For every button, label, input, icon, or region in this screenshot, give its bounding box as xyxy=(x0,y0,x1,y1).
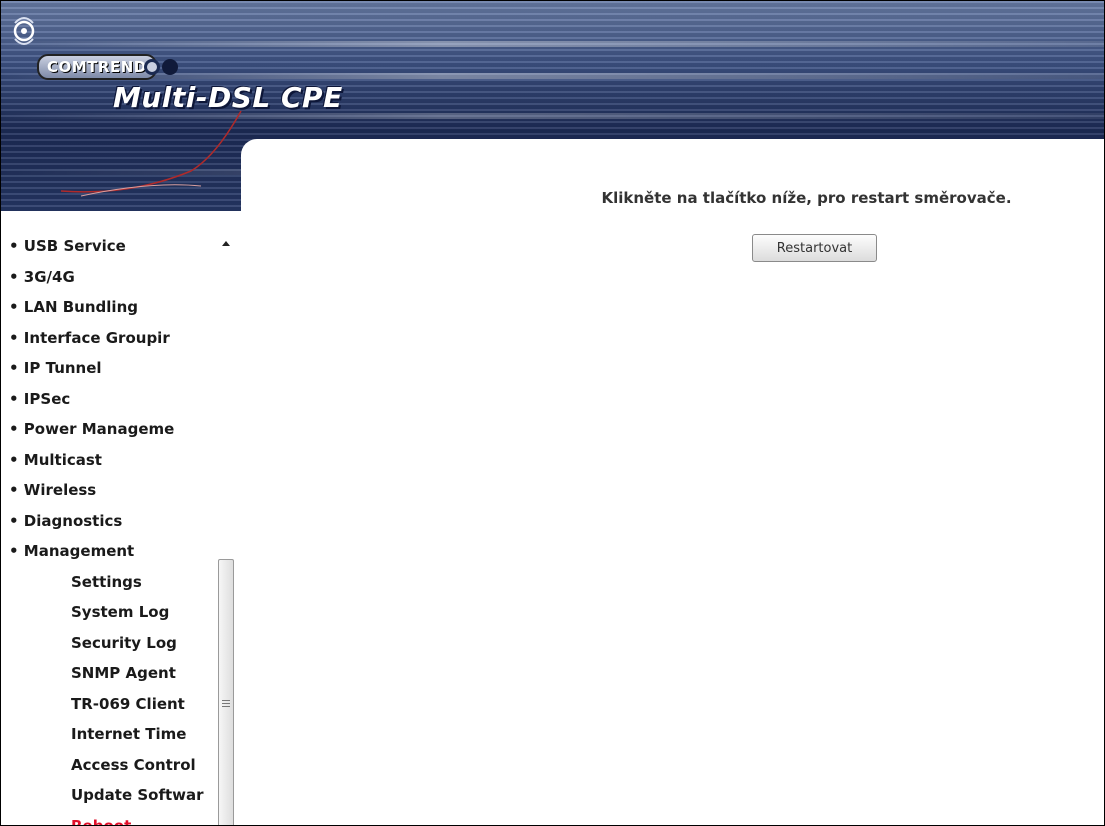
menu-list: • USB Service • 3G/4G • LAN Bundling • I… xyxy=(1,231,204,825)
sidebar-item-power-management[interactable]: • Power Manageme xyxy=(1,414,204,445)
sidebar-subitem-reboot[interactable]: Reboot xyxy=(1,811,204,826)
sidebar-nav: • USB Service • 3G/4G • LAN Bundling • I… xyxy=(1,211,241,825)
banner-streak xyxy=(1,41,1104,47)
reboot-instructions-text: Klikněte na tlačítko níže, pro restart s… xyxy=(601,189,1012,207)
sidebar-subitem-security-log[interactable]: Security Log xyxy=(1,628,204,659)
scroll-up-arrow-icon[interactable] xyxy=(217,231,235,257)
sidebar-subitem-snmp-agent[interactable]: SNMP Agent xyxy=(1,658,204,689)
sidebar-item-management[interactable]: • Management xyxy=(1,536,204,567)
sidebar-item-diagnostics[interactable]: • Diagnostics xyxy=(1,506,204,537)
logo-dot-icon xyxy=(162,58,178,75)
sidebar-subitem-access-control[interactable]: Access Control xyxy=(1,750,204,781)
sidebar-scrollbar[interactable] xyxy=(217,231,235,825)
sidebar-subitem-tr069-client[interactable]: TR-069 Client xyxy=(1,689,204,720)
sidebar-subitem-system-log[interactable]: System Log xyxy=(1,597,204,628)
scrollbar-track[interactable] xyxy=(217,257,235,825)
sidebar-subitem-settings[interactable]: Settings xyxy=(1,567,204,598)
sidebar-item-multicast[interactable]: • Multicast xyxy=(1,445,204,476)
sidebar-item-ipsec[interactable]: • IPSec xyxy=(1,384,204,415)
sidebar-subitem-internet-time[interactable]: Internet Time xyxy=(1,719,204,750)
grip-icon xyxy=(222,700,230,709)
reboot-instructions: Klikněte na tlačítko níže, pro restart s… xyxy=(241,189,1104,207)
comtrend-logo-icon xyxy=(13,17,35,45)
decorative-curve-icon xyxy=(60,110,242,197)
restart-button[interactable]: Restartovat xyxy=(752,234,877,262)
main-content: Klikněte na tlačítko níže, pro restart s… xyxy=(241,139,1104,825)
sidebar-item-wireless[interactable]: • Wireless xyxy=(1,475,204,506)
sidebar-item-3g-4g[interactable]: • 3G/4G xyxy=(1,262,204,293)
menu-viewport: • USB Service • 3G/4G • LAN Bundling • I… xyxy=(1,211,217,825)
logo-ring-icon xyxy=(144,58,160,75)
sidebar-item-interface-grouping[interactable]: • Interface Groupir xyxy=(1,323,204,354)
router-admin-window: COMTREND Multi-DSL CPE Klikněte na tlačí… xyxy=(0,0,1105,826)
sidebar-subitem-update-software[interactable]: Update Softwar xyxy=(1,780,204,811)
scrollbar-thumb[interactable] xyxy=(218,559,234,825)
sidebar-item-usb-service[interactable]: • USB Service xyxy=(1,231,204,262)
sidebar-item-ip-tunnel[interactable]: • IP Tunnel xyxy=(1,353,204,384)
brand-dots xyxy=(144,56,180,75)
brand-logo: COMTREND xyxy=(37,54,157,80)
sidebar-item-lan-bundling[interactable]: • LAN Bundling xyxy=(1,292,204,323)
